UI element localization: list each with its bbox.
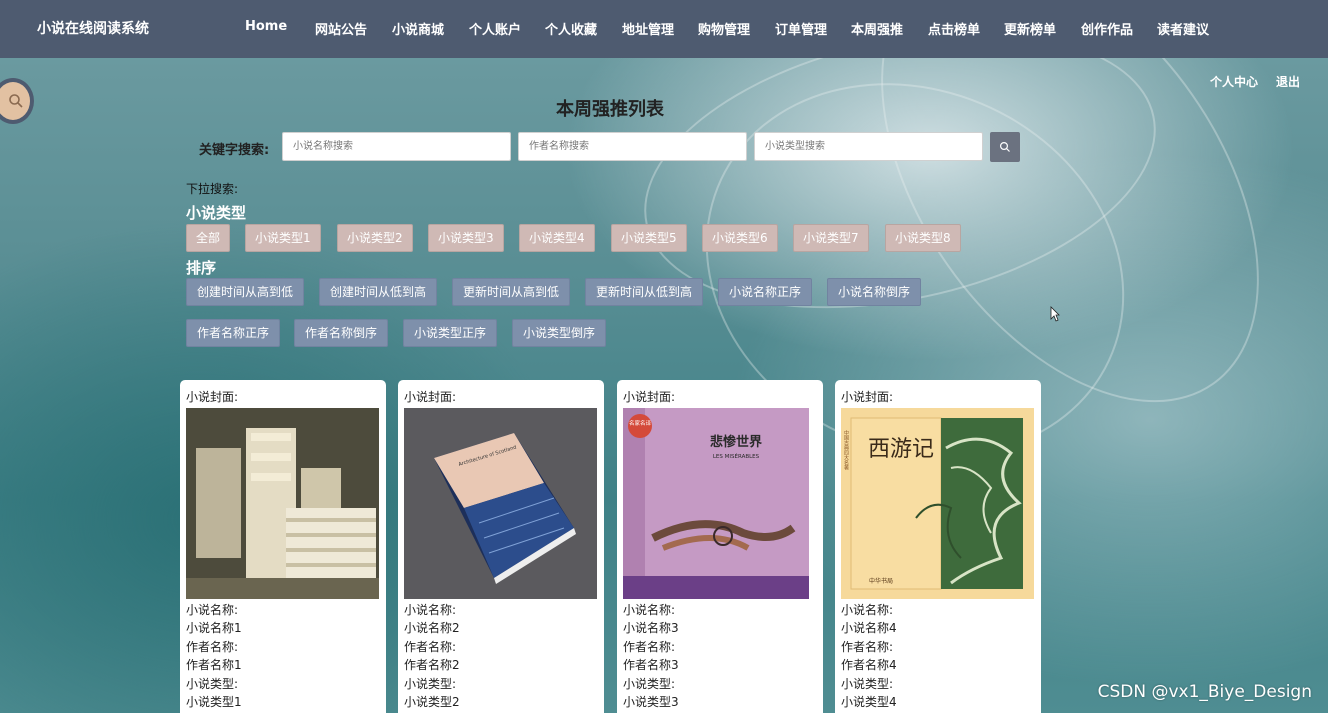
search-icon	[999, 141, 1010, 152]
nav-announcements[interactable]: 网站公告	[315, 19, 367, 38]
page-title: 本周强推列表	[556, 99, 664, 120]
author-name-value: 作者名称4	[841, 658, 897, 672]
mouse-cursor-icon	[1050, 306, 1060, 322]
dropdown-search-label: 下拉搜索:	[186, 182, 239, 196]
novel-type-section-title: 小说类型	[186, 204, 247, 222]
search-button[interactable]	[990, 132, 1020, 162]
sort-author-asc[interactable]: 作者名称正序	[186, 319, 281, 347]
svg-text:西游记: 西游记	[868, 437, 934, 462]
sort-type-desc[interactable]: 小说类型倒序	[512, 319, 607, 347]
author-name-label: 作者名称:	[404, 639, 457, 654]
sort-name-desc[interactable]: 小说名称倒序	[827, 278, 922, 306]
sort-name-asc[interactable]: 小说名称正序	[718, 278, 813, 306]
novel-name-label: 小说名称:	[623, 602, 676, 617]
nav-home[interactable]: Home	[245, 19, 287, 34]
novel-type-label: 小说类型:	[841, 676, 894, 691]
novel-name-label: 小说名称:	[186, 602, 239, 617]
author-name-value: 作者名称3	[623, 658, 679, 672]
type-filter-7[interactable]: 小说类型7	[793, 224, 869, 252]
novel-card[interactable]: 小说封面: 小说名称: 小说名称1 作者名称: 作者名称1 小说类型: 小说类型…	[180, 380, 386, 713]
nav-reader-suggestions[interactable]: 读者建议	[1157, 19, 1209, 38]
logout-link[interactable]: 退出	[1276, 73, 1300, 90]
novel-name-value: 小说名称3	[623, 621, 679, 635]
novel-name-label: 小说名称:	[404, 602, 457, 617]
keyword-search-label: 关键字搜索:	[199, 143, 270, 158]
novel-type-label: 小说类型:	[186, 676, 239, 691]
type-filter-6[interactable]: 小说类型6	[702, 224, 778, 252]
nav-click-ranking[interactable]: 点击榜单	[928, 19, 980, 38]
sort-created-asc[interactable]: 创建时间从低到高	[319, 278, 438, 306]
novel-type-value: 小说类型3	[623, 695, 679, 709]
author-name-search-input[interactable]	[518, 132, 747, 161]
nav-shopping-management[interactable]: 购物管理	[698, 19, 750, 38]
author-name-value: 作者名称2	[404, 658, 460, 672]
novel-card[interactable]: 小说封面: Architecture of Scotland 小说名称: 小说名…	[398, 380, 604, 713]
novel-type-value: 小说类型1	[186, 695, 242, 709]
nav-update-ranking[interactable]: 更新榜单	[1004, 19, 1056, 38]
svg-text:名家名译: 名家名译	[629, 419, 652, 427]
sort-section-title: 排序	[186, 259, 217, 277]
cover-label: 小说封面:	[186, 390, 239, 404]
cover-label: 小说封面:	[841, 390, 894, 404]
sort-type-asc[interactable]: 小说类型正序	[403, 319, 498, 347]
sort-updated-asc[interactable]: 更新时间从低到高	[585, 278, 704, 306]
author-name-value: 作者名称1	[186, 658, 242, 672]
sort-updated-desc[interactable]: 更新时间从高到低	[452, 278, 571, 306]
author-name-label: 作者名称:	[841, 639, 894, 654]
type-filter-1[interactable]: 小说类型1	[245, 224, 321, 252]
architecture-book-photo[interactable]: Architecture of Scotland	[404, 407, 597, 599]
nav-weekly-recommend[interactable]: 本周强推	[851, 19, 903, 38]
les-miserables-book[interactable]: 名家名译 悲惨世界 LES MISÉRABLES	[623, 407, 816, 599]
type-filter-8[interactable]: 小说类型8	[885, 224, 961, 252]
type-filter-2[interactable]: 小说类型2	[337, 224, 413, 252]
type-filter-4[interactable]: 小说类型4	[519, 224, 595, 252]
novel-name-value: 小说名称4	[841, 621, 897, 635]
sort-created-desc[interactable]: 创建时间从高到低	[186, 278, 305, 306]
svg-text:中华书局: 中华书局	[869, 577, 893, 585]
svg-text:悲惨世界: 悲惨世界	[710, 434, 762, 450]
cover-label: 小说封面:	[404, 390, 457, 404]
type-filter-5[interactable]: 小说类型5	[611, 224, 687, 252]
svg-text:中国古典四大名著: 中国古典四大名著	[843, 429, 849, 471]
watermark: CSDN @vx1_Biye_Design	[1097, 682, 1312, 702]
novel-name-value: 小说名称2	[404, 621, 460, 635]
nav-creative-works[interactable]: 创作作品	[1081, 19, 1133, 38]
novel-card[interactable]: 小说封面: 名家名译 悲惨世界 LES MISÉRABLES 小说名称: 小说名…	[617, 380, 823, 713]
type-filter-all[interactable]: 全部	[186, 224, 231, 252]
nav-personal-favorites[interactable]: 个人收藏	[545, 19, 597, 38]
nav-order-management[interactable]: 订单管理	[775, 19, 827, 38]
top-navigation-bar: 小说在线阅读系统 Home 网站公告 小说商城 个人账户 个人收藏 地址管理 购…	[0, 0, 1328, 58]
novel-name-value: 小说名称1	[186, 621, 242, 635]
book-stack-photo[interactable]	[186, 407, 379, 599]
novel-card[interactable]: 小说封面: 中国古典四大名著 西游记 中华书局 小说名称: 小说名称4 作者名称…	[835, 380, 1041, 713]
nav-address-management[interactable]: 地址管理	[622, 19, 674, 38]
svg-text:LES MISÉRABLES: LES MISÉRABLES	[713, 452, 760, 460]
novel-type-label: 小说类型:	[623, 676, 676, 691]
novel-name-search-input[interactable]	[282, 132, 511, 161]
site-brand[interactable]: 小说在线阅读系统	[37, 18, 149, 38]
nav-personal-account[interactable]: 个人账户	[469, 19, 521, 38]
novel-type-value: 小说类型2	[404, 695, 460, 709]
author-name-label: 作者名称:	[186, 639, 239, 654]
sort-author-desc[interactable]: 作者名称倒序	[294, 319, 389, 347]
nav-novel-store[interactable]: 小说商城	[392, 19, 444, 38]
author-name-label: 作者名称:	[623, 639, 676, 654]
type-filter-3[interactable]: 小说类型3	[428, 224, 504, 252]
novel-type-label: 小说类型:	[404, 676, 457, 691]
user-center-link[interactable]: 个人中心	[1210, 73, 1258, 90]
novel-name-label: 小说名称:	[841, 602, 894, 617]
user-links: 个人中心 退出	[1210, 73, 1300, 90]
novel-type-value: 小说类型4	[841, 695, 897, 709]
novel-type-search-input[interactable]	[754, 132, 983, 161]
journey-to-west-book[interactable]: 中国古典四大名著 西游记 中华书局	[841, 407, 1034, 599]
cover-label: 小说封面:	[623, 390, 676, 404]
